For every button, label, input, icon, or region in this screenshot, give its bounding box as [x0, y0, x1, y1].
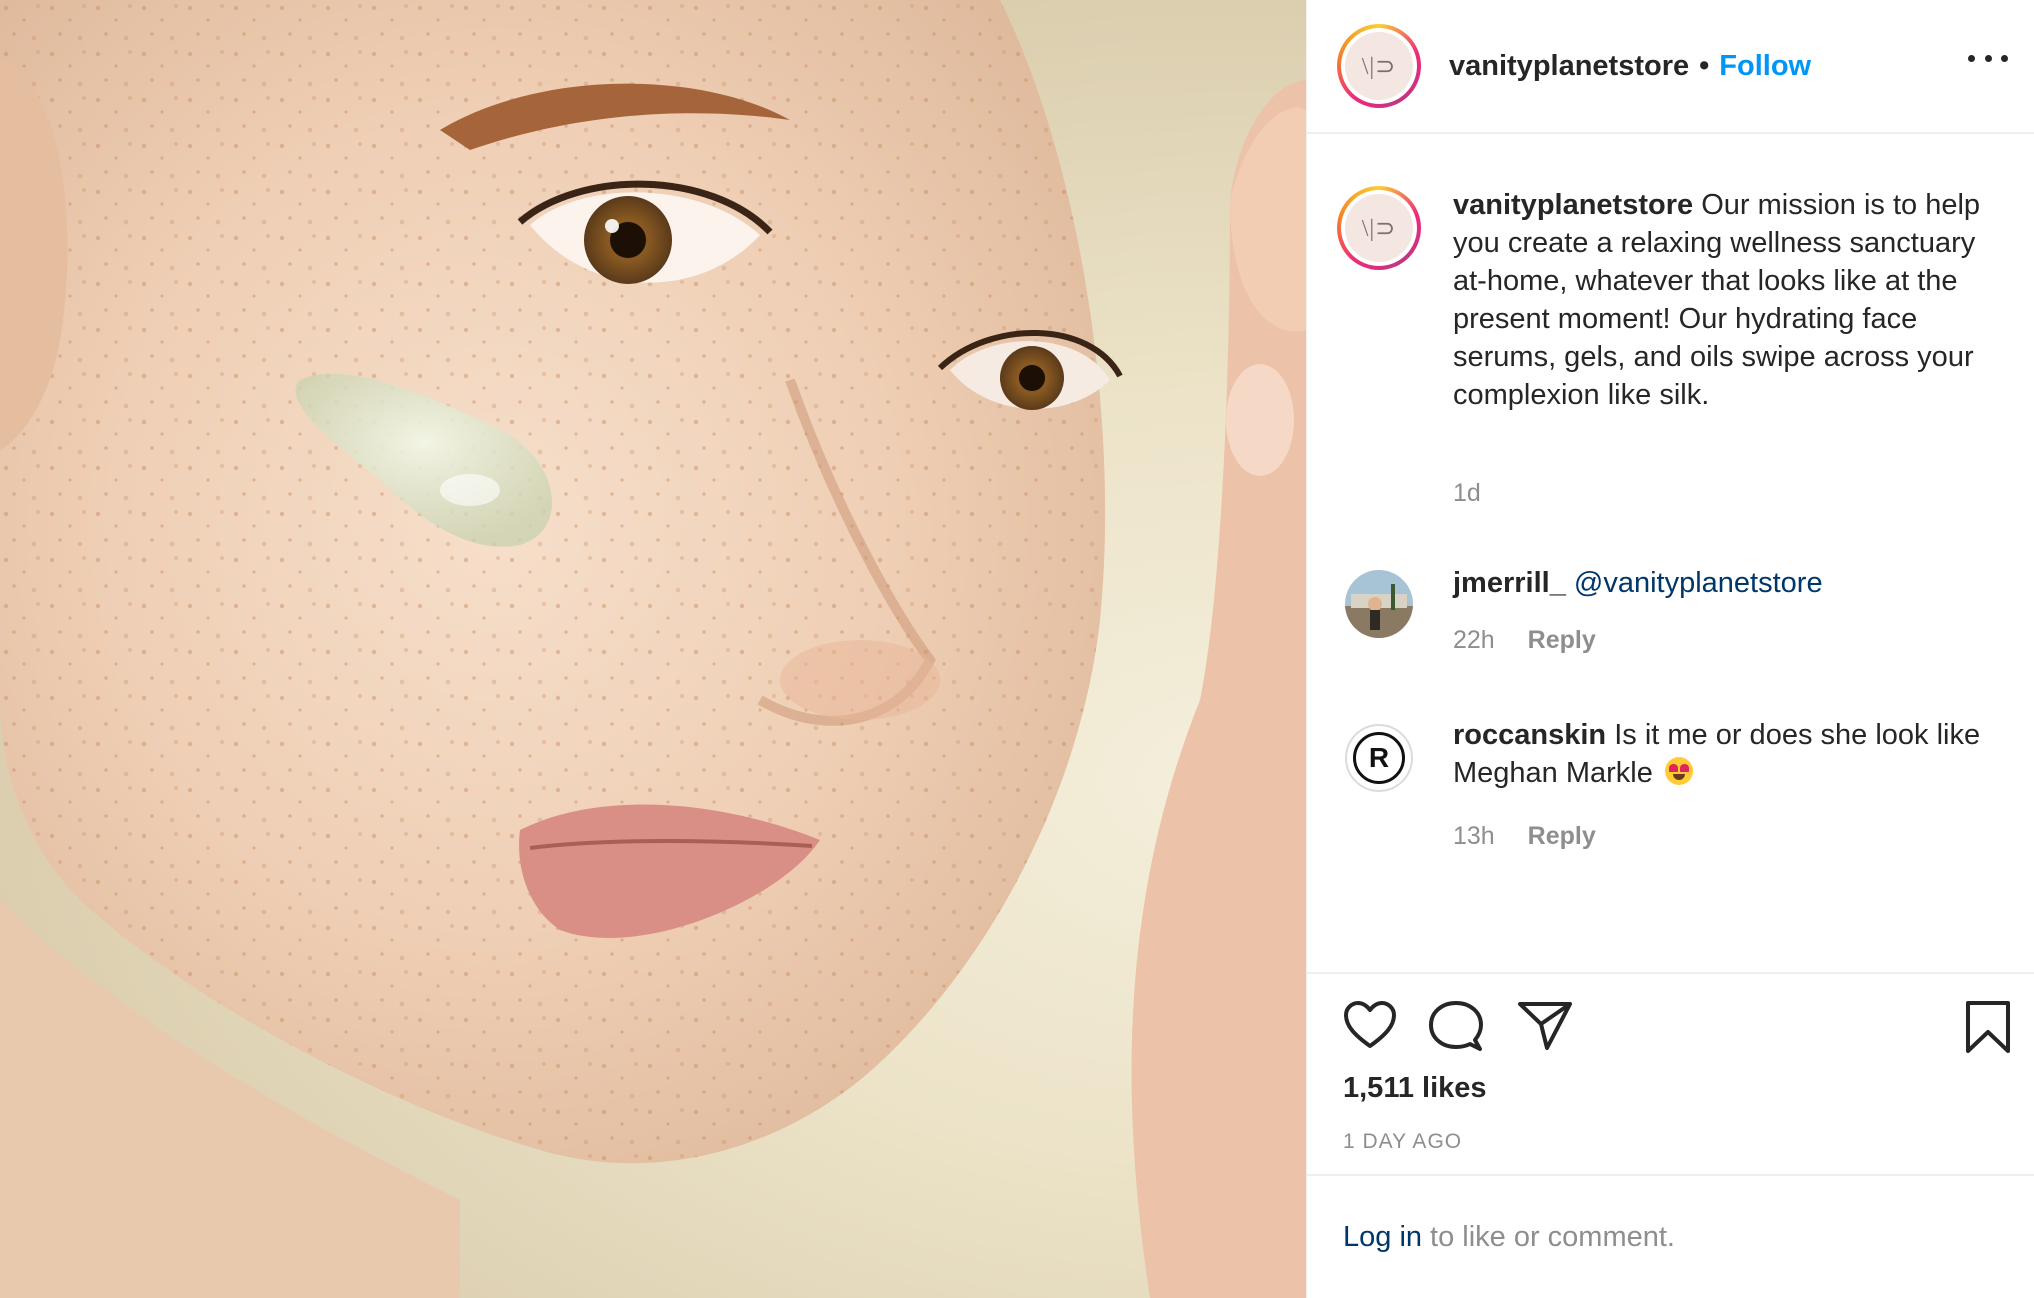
login-prompt: Log in to like or comment. [1307, 1174, 2034, 1298]
heart-icon[interactable] [1343, 1000, 1397, 1050]
caption-username[interactable]: vanityplanetstore [1453, 189, 1693, 221]
comment-body: jmerrill_ @vanityplanetstore [1453, 564, 1984, 602]
likes-count[interactable]: 1,511 likes [1343, 1072, 1487, 1105]
login-prompt-text: to like or comment. [1430, 1220, 1675, 1253]
comment-item: jmerrill_ @vanityplanetstore 22h Reply [1337, 564, 2004, 674]
comment-meta: 22h Reply [1453, 626, 1596, 655]
comment-username[interactable]: roccanskin [1453, 719, 1606, 751]
post-header: \|⊃ vanityplanetstore • Follow [1307, 0, 2034, 134]
header-username[interactable]: vanityplanetstore [1449, 50, 1689, 83]
post-actions: 1,511 likes 1 DAY AGO [1307, 972, 2034, 1153]
more-horizontal-icon[interactable] [1968, 48, 2008, 68]
share-icon[interactable] [1517, 1000, 1573, 1052]
comment-time: 22h [1453, 626, 1495, 654]
commenter-avatar[interactable] [1345, 570, 1413, 638]
comments-section: \|⊃ vanityplanetstore Our mission is to … [1307, 134, 2034, 972]
face-photo [0, 0, 1306, 1298]
instagram-post: \|⊃ vanityplanetstore • Follow \|⊃ vanit… [0, 0, 2034, 1298]
post-date[interactable]: 1 DAY AGO [1343, 1130, 1462, 1154]
caption: \|⊃ vanityplanetstore Our mission is to … [1337, 186, 2004, 507]
avatar-photo-icon [1345, 570, 1413, 638]
header-separator: • [1699, 49, 1710, 82]
comment-icon[interactable] [1429, 1000, 1483, 1054]
post-photo[interactable] [0, 0, 1306, 1298]
caption-avatar[interactable]: \|⊃ [1337, 186, 1421, 270]
login-link[interactable]: Log in [1343, 1221, 1422, 1254]
heart-eyes-emoji [1664, 757, 1693, 785]
avatar-monogram: \|⊃ [1345, 32, 1413, 100]
post-side-panel: \|⊃ vanityplanetstore • Follow \|⊃ vanit… [1306, 0, 2034, 1298]
commenter-avatar[interactable]: R [1345, 724, 1413, 792]
comment-meta: 13h Reply [1453, 822, 1596, 851]
comment-mention[interactable]: @vanityplanetstore [1574, 567, 1823, 599]
caption-body: vanityplanetstore Our mission is to help… [1453, 186, 1984, 414]
caption-time: 1d [1453, 479, 1481, 507]
caption-avatar-monogram: \|⊃ [1345, 194, 1413, 262]
comment-body: roccanskin Is it me or does she look lik… [1453, 716, 1984, 792]
bookmark-icon[interactable] [1964, 1000, 2012, 1054]
avatar[interactable]: \|⊃ [1337, 24, 1421, 108]
comment-username[interactable]: jmerrill_ [1453, 567, 1566, 599]
comment-time: 13h [1453, 822, 1495, 850]
avatar-letter: R [1353, 732, 1405, 784]
follow-button[interactable]: Follow [1719, 50, 1811, 83]
comment-item: R roccanskin Is it me or does she look l… [1337, 716, 2004, 866]
caption-text: Our mission is to help you create a rela… [1453, 189, 1981, 411]
reply-button[interactable]: Reply [1528, 822, 1596, 850]
reply-button[interactable]: Reply [1528, 626, 1596, 654]
